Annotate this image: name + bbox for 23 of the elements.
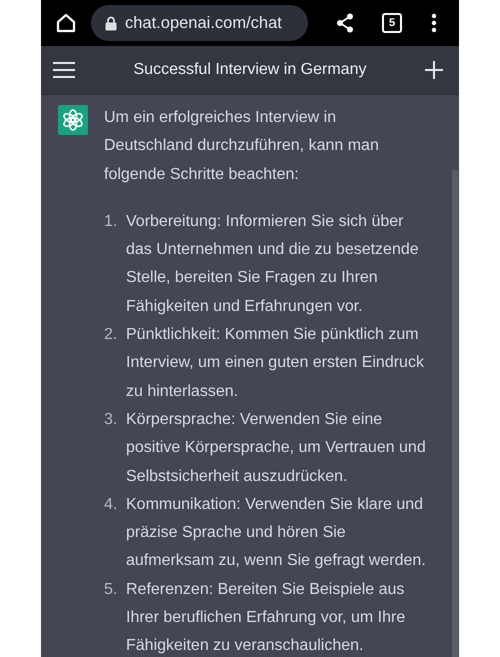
step-text: Pünktlichkeit: Kommen Sie pünktlich zum Interview, um einen guten ersten Eindruck zu hinterlassen. [126,325,425,402]
tab-count-button[interactable]: 5 [382,13,402,33]
menu-icon[interactable] [53,62,75,78]
message-text: Um ein erfolgreiches Interview in Deutschland durchzuführen, kann man folgende Schritte beachten: [104,108,380,185]
step-number: 3. [104,410,118,430]
step-text: Vorbereitung: Informieren Sie sich über das Unternehmen und die zu besetzende Stelle, bereiten Sie Fragen zu Ihren Fähigkeiten und Erfahrungen vor. [126,212,420,317]
step-text: Körpersprache: Verwenden Sie eine positive Körpersprache, um Vertrauen und Selbstsicherheit auszudrücken. [126,410,427,487]
share-icon[interactable] [336,13,354,33]
assistant-avatar-icon [58,105,88,135]
step-text: Kommunikation: Verwenden Sie klare und präzise Sprache und hören Sie aufmerksam zu, wenn Sie gefragt werden. [126,494,427,572]
more-icon[interactable] [431,13,437,33]
step-text: Referenzen: Bereiten Sie Beispiele aus Ihrer beruflichen Erfahrung vor, um Ihre Fähigkeiten zu veranschaulichen. [126,580,406,656]
step-number: 2. [104,325,118,346]
home-icon[interactable] [55,12,77,34]
lock-icon [105,16,117,30]
scrollbar[interactable] [452,170,458,657]
address-bar[interactable]: chat.openai.com/chat [91,5,308,41]
new-chat-icon[interactable] [424,61,443,79]
step-number: 4. [104,494,118,515]
chat-title: Successful Interview in Germany [134,61,366,79]
url-text: chat.openai.com/chat [125,14,282,32]
step-number: 1. [104,212,118,232]
step-number: 5. [104,580,118,600]
